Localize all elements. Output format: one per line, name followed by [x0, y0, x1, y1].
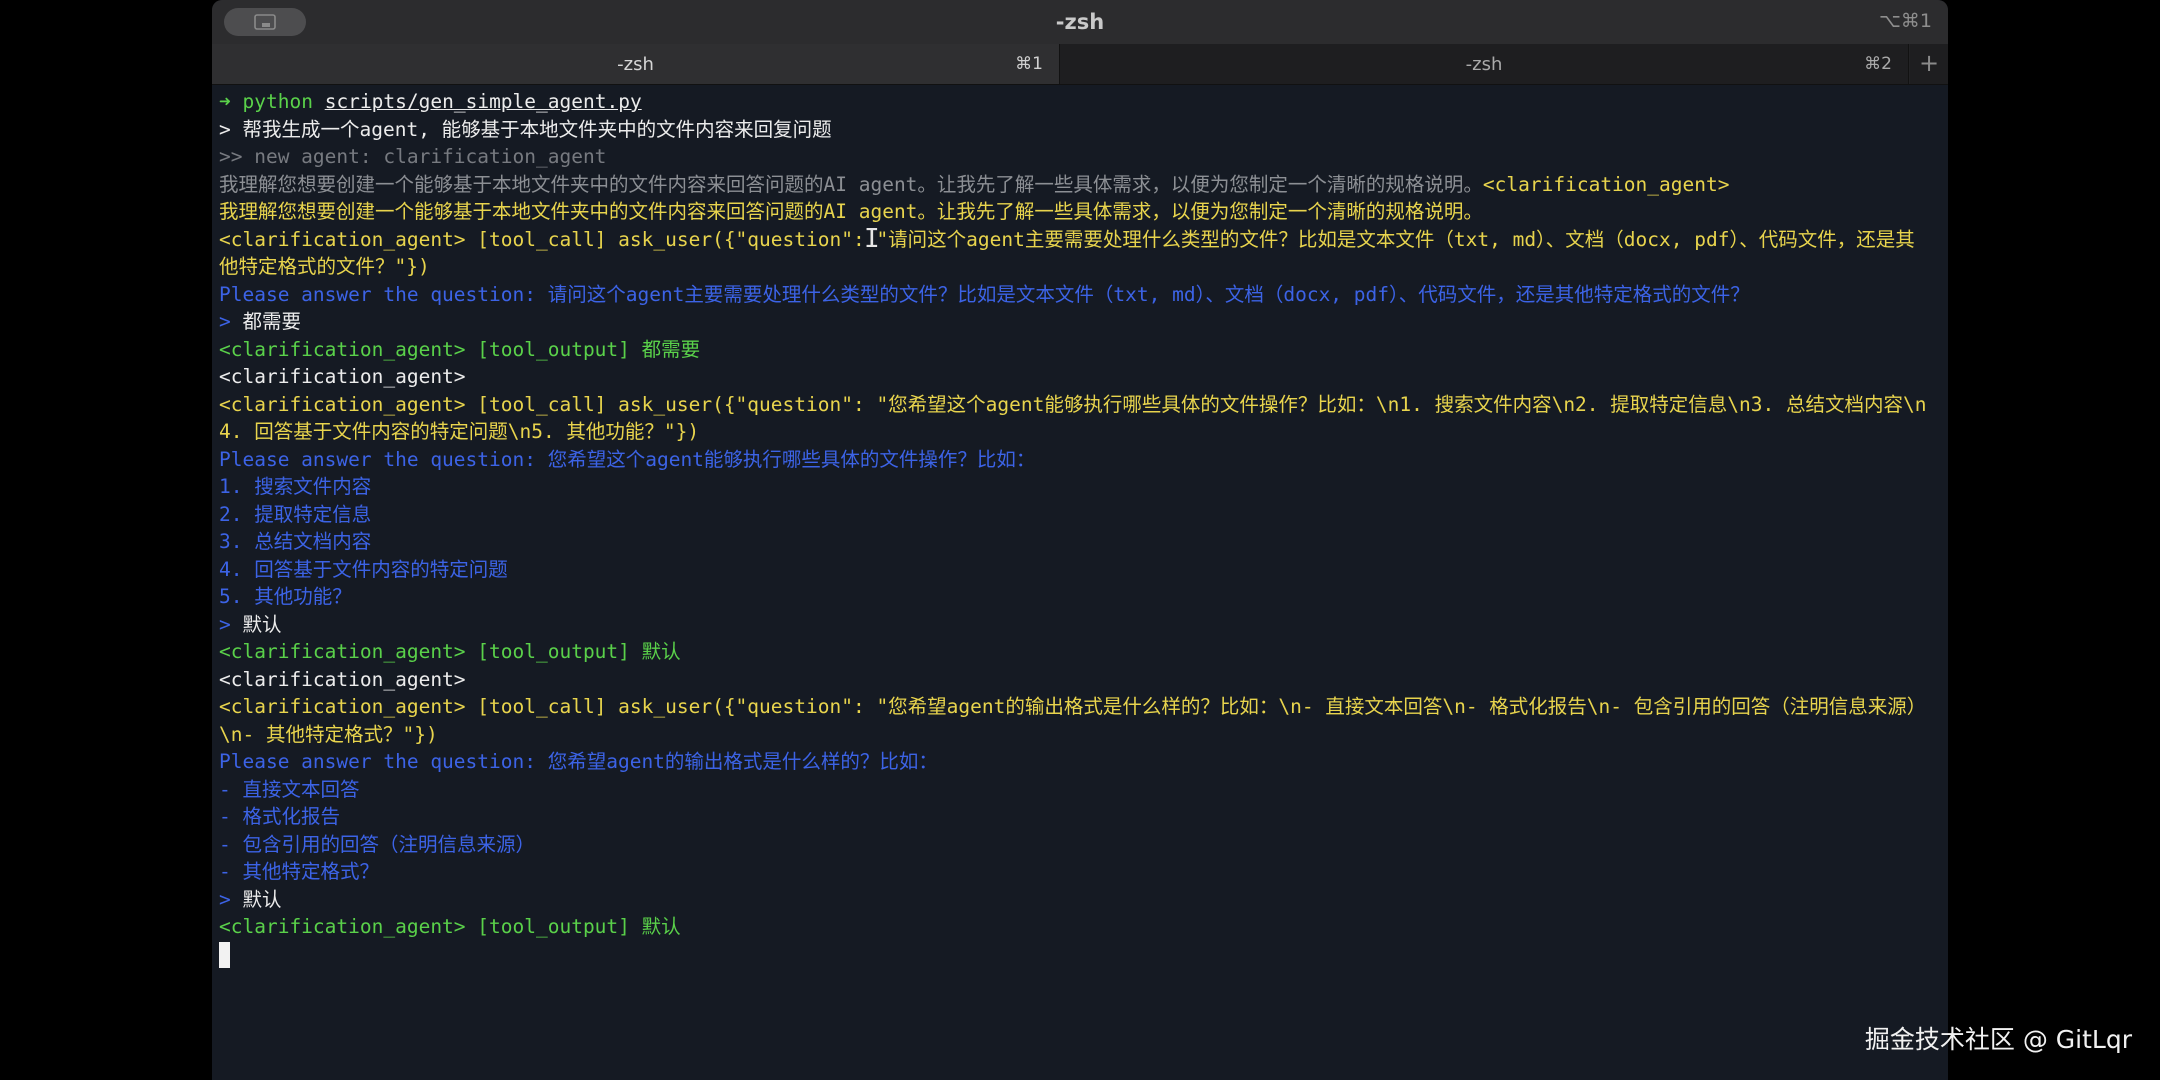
terminal-line: - 其他特定格式？ — [219, 860, 379, 883]
text-cursor — [219, 942, 230, 968]
tab-bar: -zsh ⌘1 -zsh ⌘2 + — [212, 44, 1948, 85]
input-prompt: > — [219, 612, 231, 636]
tab-shortcut: ⌘1 — [1015, 54, 1043, 74]
terminal-line: > 默认 — [219, 886, 1931, 914]
command-argument: scripts/gen_simple_agent.py — [324, 90, 642, 113]
input-prompt: > — [219, 310, 231, 333]
tab-2[interactable]: -zsh ⌘2 — [1060, 44, 1909, 84]
terminal-line: - 包含引用的回答（注明信息来源） — [219, 832, 535, 856]
terminal-line: <clarification_agent> [tool_call] ask_us… — [219, 392, 1927, 444]
user-input: 都需要 — [242, 310, 302, 333]
terminal-line: <clarification_agent> [tool_output] 都需要 — [219, 337, 701, 361]
agent-tag: <clarification_agent> — [1482, 172, 1730, 196]
window-title: -zsh — [1055, 10, 1105, 34]
window-shortcut: ⌥⌘1 — [1879, 10, 1932, 32]
prompt-arrow: ➜ — [219, 90, 231, 113]
terminal-line: >> new agent: clarification_agent — [219, 145, 607, 168]
terminal-line: <clarification_agent> [tool_call] ask_us… — [219, 227, 1915, 279]
watermark: 掘金技术社区 @ GitLqr — [1864, 1025, 2132, 1054]
stream-text: 我理解您想要创建一个能够基于本地文件夹中的文件内容来回答问题的AI agent。… — [219, 172, 1483, 196]
terminal-window: -zsh ⌥⌘1 -zsh ⌘1 -zsh ⌘2 + ➜ python scri… — [212, 0, 1948, 1080]
terminal-line: 4. 回答基于文件内容的特定问题 — [219, 557, 508, 581]
tab-1[interactable]: -zsh ⌘1 — [212, 44, 1060, 84]
terminal-line: > 都需要 — [219, 308, 1931, 336]
tab-label: -zsh — [1465, 54, 1503, 75]
user-input: 默认 — [242, 887, 282, 911]
terminal-line: - 格式化报告 — [219, 805, 340, 828]
terminal-line: 我理解您想要创建一个能够基于本地文件夹中的文件内容来回答问题的AI agent。… — [219, 171, 1931, 199]
terminal-line: Please answer the question: 您希望agent的输出格… — [219, 750, 938, 773]
terminal-line: 5. 其他功能？ — [219, 585, 352, 608]
user-input: 帮我生成一个agent, 能够基于本地文件夹中的文件内容来回复问题 — [242, 117, 832, 141]
input-prompt: > — [219, 887, 231, 911]
command: python — [242, 90, 313, 113]
terminal-line: 我理解您想要创建一个能够基于本地文件夹中的文件内容来回答问题的AI agent。… — [219, 200, 1483, 223]
terminal-output[interactable]: ➜ python scripts/gen_simple_agent.py > 帮… — [219, 88, 1931, 968]
terminal-line: <clarification_agent> — [219, 667, 466, 691]
terminal-line: <clarification_agent> [tool_output] 默认 — [219, 915, 681, 938]
terminal-line: 2. 提取特定信息 — [219, 502, 372, 526]
terminal-line: > 帮我生成一个agent, 能够基于本地文件夹中的文件内容来回复问题 — [219, 116, 1931, 144]
mouse-ibeam-icon: I — [864, 224, 880, 254]
user-input: 默认 — [242, 612, 282, 636]
terminal-line: - 直接文本回答 — [219, 777, 360, 801]
terminal-line: Please answer the question: 您希望这个agent能够… — [219, 447, 1036, 471]
tab-shortcut: ⌘2 — [1864, 54, 1892, 74]
title-bar: -zsh ⌥⌘1 — [212, 0, 1948, 44]
terminal-line: > 默认 — [219, 611, 1931, 639]
terminal-line: <clarification_agent> [tool_output] 默认 — [219, 640, 681, 663]
terminal-line: 1. 搜索文件内容 — [219, 475, 372, 498]
new-tab-button[interactable]: + — [1910, 44, 1948, 84]
terminal-line: ➜ python scripts/gen_simple_agent.py — [219, 88, 1931, 116]
terminal-line: <clarification_agent> [tool_call] ask_us… — [219, 695, 1927, 746]
terminal-line: <clarification_agent> — [219, 365, 466, 388]
terminal-line: 3. 总结文档内容 — [219, 530, 372, 553]
tab-label: -zsh — [617, 54, 654, 75]
terminal-line — [219, 941, 1931, 968]
terminal-line: Please answer the question: 请问这个agent主要需… — [219, 282, 1750, 306]
input-prompt: > — [219, 117, 231, 141]
